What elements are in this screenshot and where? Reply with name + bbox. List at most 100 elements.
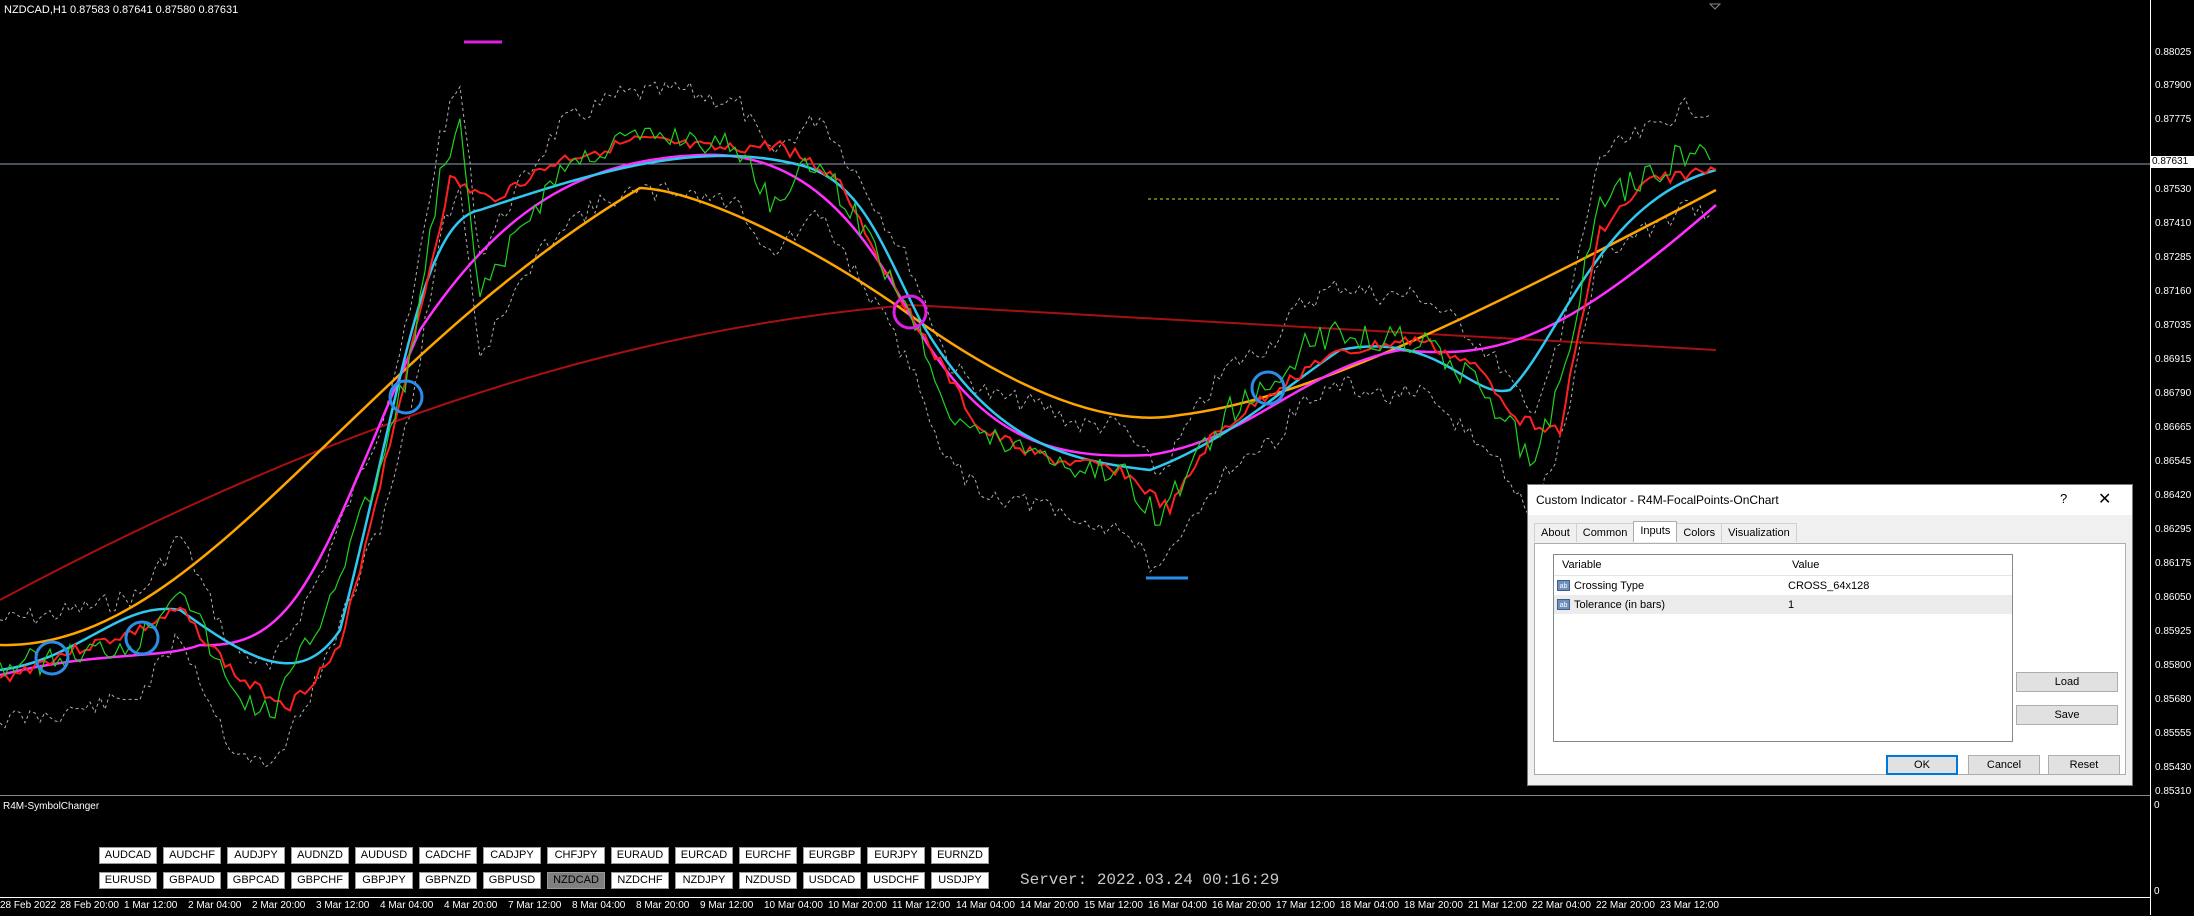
tab-about[interactable]: About (1534, 523, 1577, 542)
price-axis-label: 0.87900 (2155, 80, 2192, 91)
time-axis[interactable]: 28 Feb 2022 28 Feb 20:00 1 Mar 12:00 2 Mar … (0, 897, 2150, 916)
ok-button[interactable]: OK (1886, 755, 1958, 775)
chart-title: NZDCAD,H1 0.87583 0.87641 0.87580 0.8763… (4, 4, 239, 16)
dialog-tabs: About Common Inputs Colors Visualization (1534, 521, 1797, 543)
param-row[interactable]: ab Tolerance (in bars) 1 (1554, 595, 2012, 614)
tab-colors[interactable]: Colors (1676, 523, 1723, 542)
symbol-button-audchf[interactable]: AUDCHF (163, 847, 221, 864)
price-axis-label: 0.85310 (2155, 786, 2192, 797)
channel-lower-line (0, 182, 1711, 768)
symbol-button-usdchf[interactable]: USDCHF (867, 872, 925, 889)
symbol-button-chfjpy[interactable]: CHFJPY (547, 847, 605, 864)
symbol-button-nzdcad[interactable]: NZDCAD (547, 872, 605, 889)
time-axis-label: 3 Mar 12:00 (316, 900, 370, 911)
symbol-button-eurcad[interactable]: EURCAD (675, 847, 733, 864)
slow-ma-line (0, 186, 1717, 647)
symbol-button-cadjpy[interactable]: CADJPY (483, 847, 541, 864)
time-axis-label: 21 Mar 12:00 (1468, 900, 1527, 911)
symbol-button-audusd[interactable]: AUDUSD (355, 847, 413, 864)
grid-header: Variable Value (1554, 555, 2012, 576)
symbol-button-gbpaud[interactable]: GBPAUD (163, 872, 221, 889)
symbol-button-audjpy[interactable]: AUDJPY (227, 847, 285, 864)
value-column-header[interactable]: Value (1784, 555, 1819, 575)
param-value[interactable]: CROSS_64x128 (1784, 580, 2012, 592)
time-axis-label: 10 Mar 04:00 (764, 900, 823, 911)
symbol-button-eurjpy[interactable]: EURJPY (867, 847, 925, 864)
symbol-button-nzdjpy[interactable]: NZDJPY (675, 872, 733, 889)
price-axis-label: 0.86175 (2155, 558, 2192, 569)
time-axis-label: 1 Mar 12:00 (124, 900, 178, 911)
time-axis-label: 14 Mar 04:00 (956, 900, 1015, 911)
param-variable: Crossing Type (1574, 579, 1645, 592)
param-row[interactable]: ab Crossing Type CROSS_64x128 (1554, 576, 2012, 595)
price-axis-label: 0.87160 (2155, 286, 2192, 297)
symbol-button-audnzd[interactable]: AUDNZD (291, 847, 349, 864)
subwindow-title: R4M-SymbolChanger (3, 801, 100, 812)
symbol-button-eurchf[interactable]: EURCHF (739, 847, 797, 864)
channel-upper-line (0, 81, 1711, 671)
long-ma-line (0, 303, 1717, 601)
time-axis-label: 28 Feb 2022 (0, 900, 57, 911)
tab-common[interactable]: Common (1575, 523, 1635, 542)
time-axis-label: 22 Mar 04:00 (1532, 900, 1591, 911)
magenta-ma-line (0, 153, 1717, 677)
price-axis-label: 0.86545 (2155, 456, 2192, 467)
chart-shift-marker (1708, 3, 1722, 10)
dialog-titlebar[interactable]: Custom Indicator - R4M-FocalPoints-OnCha… (1528, 485, 2132, 515)
time-axis-label: 2 Mar 20:00 (252, 900, 306, 911)
time-axis-label: 14 Mar 20:00 (1020, 900, 1079, 911)
price-axis-label: 0.87035 (2155, 320, 2192, 331)
time-axis-label: 16 Mar 04:00 (1148, 900, 1207, 911)
tab-inputs[interactable]: Inputs (1633, 521, 1678, 542)
time-axis-label: 9 Mar 12:00 (700, 900, 754, 911)
param-value[interactable]: 1 (1784, 599, 2012, 611)
help-button[interactable]: ? (2060, 491, 2067, 506)
parameter-type-icon: ab (1557, 580, 1570, 591)
symbol-button-usdcad[interactable]: USDCAD (803, 872, 861, 889)
variable-column-header[interactable]: Variable (1554, 555, 1784, 575)
time-axis-label: 23 Mar 12:00 (1660, 900, 1719, 911)
reset-button[interactable]: Reset (2048, 755, 2120, 775)
symbol-button-nzdchf[interactable]: NZDCHF (611, 872, 669, 889)
price-axis-label: 0.86665 (2155, 422, 2192, 433)
symbol-button-gbpnzd[interactable]: GBPNZD (419, 872, 477, 889)
symbol-button-gbpcad[interactable]: GBPCAD (227, 872, 285, 889)
subwindow-separator[interactable] (0, 795, 2150, 796)
time-axis-label: 4 Mar 04:00 (380, 900, 434, 911)
symbol-button-gbpusd[interactable]: GBPUSD (483, 872, 541, 889)
price-axis-label: 0.86050 (2155, 592, 2192, 603)
symbol-button-gbpchf[interactable]: GBPCHF (291, 872, 349, 889)
current-price-tag: 0.87631 (2150, 156, 2194, 168)
time-axis-label: 10 Mar 20:00 (828, 900, 887, 911)
time-axis-label: 8 Mar 20:00 (636, 900, 690, 911)
symbol-button-cadchf[interactable]: CADCHF (419, 847, 477, 864)
time-axis-label: 18 Mar 04:00 (1340, 900, 1399, 911)
price-axis-label: 0.88025 (2155, 47, 2192, 58)
symbol-button-eurusd[interactable]: EURUSD (99, 872, 157, 889)
cancel-button[interactable]: Cancel (1968, 755, 2040, 775)
price-axis-label: 0.86295 (2155, 524, 2192, 535)
symbol-button-eurgbp[interactable]: EURGBP (803, 847, 861, 864)
save-button[interactable]: Save (2016, 705, 2118, 725)
price-axis-label: 0.85430 (2155, 762, 2192, 773)
inputs-panel: Variable Value ab Crossing Type CROSS_64x1… (1534, 543, 2126, 775)
time-axis-label: 17 Mar 12:00 (1276, 900, 1335, 911)
parameter-type-icon: ab (1557, 599, 1570, 610)
symbol-button-eurnzd[interactable]: EURNZD (931, 847, 989, 864)
param-variable: Tolerance (in bars) (1574, 598, 1666, 611)
close-icon[interactable]: ✕ (2098, 489, 2111, 509)
time-axis-label: 15 Mar 12:00 (1084, 900, 1143, 911)
symbol-button-nzdusd[interactable]: NZDUSD (739, 872, 797, 889)
time-axis-label: 11 Mar 12:00 (892, 900, 951, 911)
price-line (0, 118, 1711, 719)
symbol-button-gbpjpy[interactable]: GBPJPY (355, 872, 413, 889)
param-variable-cell: ab Tolerance (in bars) (1554, 599, 1784, 611)
time-axis-label: 4 Mar 20:00 (444, 900, 498, 911)
symbol-button-euraud[interactable]: EURAUD (611, 847, 669, 864)
price-axis[interactable]: 0.88025 0.87900 0.87775 0.87530 0.87410 0.872… (2150, 0, 2194, 915)
symbol-button-usdjpy[interactable]: USDJPY (931, 872, 989, 889)
symbol-button-audcad[interactable]: AUDCAD (99, 847, 157, 864)
tab-visualization[interactable]: Visualization (1721, 523, 1797, 542)
load-button[interactable]: Load (2016, 672, 2118, 692)
dialog-title: Custom Indicator - R4M-FocalPoints-OnCha… (1536, 493, 1779, 507)
